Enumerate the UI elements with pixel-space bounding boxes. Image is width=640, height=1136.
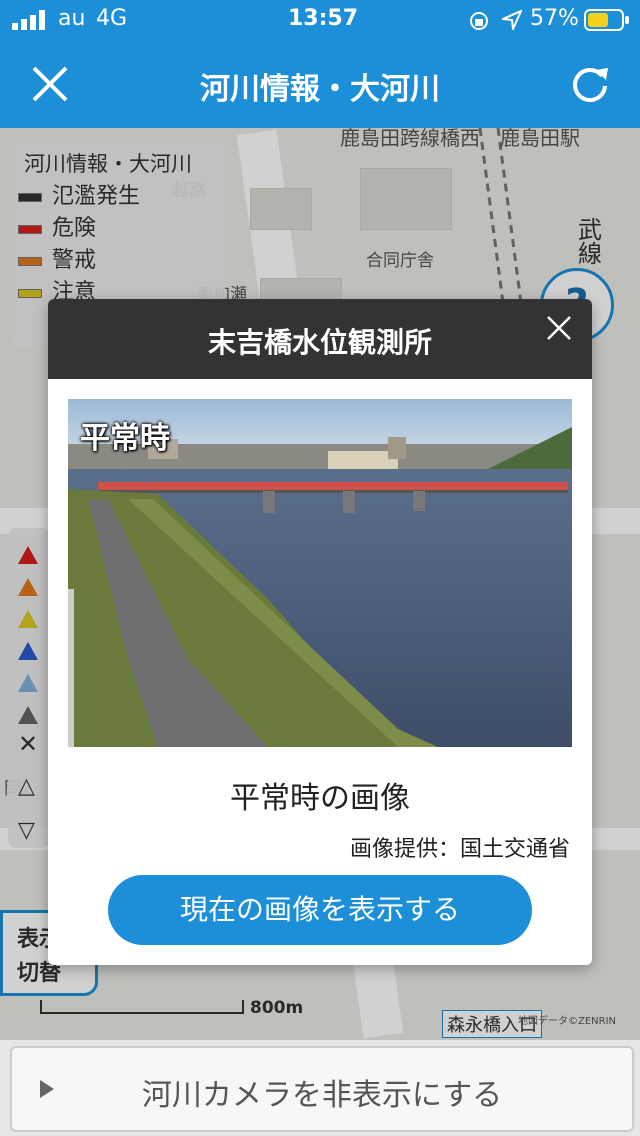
show-current-image-button[interactable]: 現在の画像を表示する [108,875,532,945]
network-label: 4G [96,6,128,31]
battery-percent: 57% [530,6,579,31]
location-arrow-icon [502,10,522,30]
signal-icon [12,10,45,30]
rotation-lock-icon [470,12,488,30]
modal-close-icon[interactable] [544,313,574,343]
river-camera-image: 平常時 [68,399,572,747]
photo-tag: 平常時 [80,421,170,456]
camera-modal: 末吉橋水位観測所 平常時 平常時の画像 画像提供：国土交通省 現在の画像を表示す… [48,299,592,965]
battery-icon [584,9,629,31]
nav-bar: 河川情報・大河川 [0,40,640,128]
hide-camera-label: 河川カメラを非表示にする [141,1078,503,1113]
modal-header: 末吉橋水位観測所 [48,299,592,379]
hide-camera-button[interactable]: 河川カメラを非表示にする [10,1046,634,1132]
carrier-label: au [58,6,86,31]
refresh-icon[interactable] [568,62,612,106]
image-caption: 平常時の画像 [230,781,410,816]
modal-title: 末吉橋水位観測所 [207,326,432,359]
clock: 13:57 [288,6,359,31]
nav-title: 河川情報・大河川 [200,72,440,107]
status-bar: au 4G 13:57 57% [0,0,640,40]
image-credit: 画像提供：国土交通省 [349,837,570,862]
bottom-bar: 河川カメラを非表示にする [0,1040,640,1136]
